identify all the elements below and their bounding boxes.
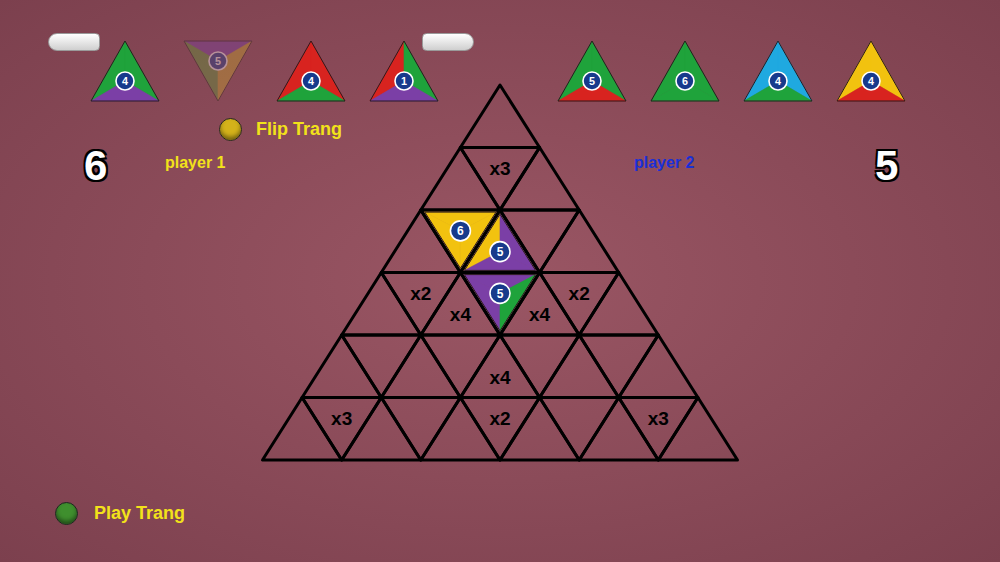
multiplier-label: x3 xyxy=(331,408,352,429)
player-label: player 2 xyxy=(634,151,754,175)
player-label: player 1 xyxy=(165,151,305,175)
game-screen: 6 5 5 x3 x2 x4 x4 x2 x4 x3 x2 x3 4 5 4 1 5 6 4 4 Flip Tra… xyxy=(0,0,1000,562)
tile-number: 4 xyxy=(775,75,781,87)
trang-tile[interactable]: 6 xyxy=(650,40,720,102)
player-hand: 4 5 4 1 xyxy=(90,40,439,102)
trang-tile[interactable]: 4 xyxy=(836,40,906,102)
board-cell[interactable] xyxy=(619,335,698,398)
tile-number: 5 xyxy=(215,55,221,67)
multiplier-label: x2 xyxy=(489,408,510,429)
placed-trang: 5 xyxy=(464,275,535,331)
left-bumper-icon xyxy=(48,33,100,51)
trang-tile[interactable]: 4 xyxy=(743,40,813,102)
board-cell[interactable] xyxy=(658,398,737,461)
multiplier-label: x3 xyxy=(648,408,669,429)
flip-trang-action[interactable]: Flip Trang xyxy=(219,116,1000,143)
tile-number: 6 xyxy=(457,224,464,238)
action-label[interactable]: Play Trang xyxy=(94,500,185,527)
board-cell[interactable] xyxy=(500,148,579,211)
multiplier-label: x4 xyxy=(450,304,472,325)
trang-tile[interactable]: 4 xyxy=(276,40,346,102)
a-button-icon[interactable] xyxy=(55,502,78,525)
tile-number: 5 xyxy=(589,75,595,87)
multiplier-label: x3 xyxy=(489,158,510,179)
placed-trang: 5 xyxy=(464,214,535,270)
y-button-icon[interactable] xyxy=(219,118,242,141)
play-trang-action[interactable]: Play Trang xyxy=(55,500,1000,527)
tile-number: 4 xyxy=(868,75,874,87)
tile-number: 4 xyxy=(122,75,128,87)
right-bumper-icon xyxy=(422,33,474,51)
trang-tile[interactable]: 1 xyxy=(369,40,439,102)
board-cell[interactable] xyxy=(540,210,619,273)
tile-number: 6 xyxy=(682,75,688,87)
player-hand: 5 6 4 4 xyxy=(557,40,906,102)
multiplier-label: x2 xyxy=(569,283,590,304)
tile-number: 5 xyxy=(497,287,504,301)
multiplier-label: x2 xyxy=(410,283,431,304)
board-cell[interactable] xyxy=(579,273,658,336)
trang-tile[interactable]: 4 xyxy=(90,40,160,102)
player-score: 5 xyxy=(875,145,905,187)
tile-number: 1 xyxy=(401,75,407,87)
tile-number: 5 xyxy=(497,245,504,259)
multiplier-label: x4 xyxy=(529,304,551,325)
action-label[interactable]: Flip Trang xyxy=(256,116,342,143)
tile-number: 4 xyxy=(308,75,314,87)
trang-tile[interactable]: 5 xyxy=(557,40,627,102)
trang-tile[interactable]: 5 xyxy=(183,40,253,102)
multiplier-label: x4 xyxy=(489,367,511,388)
player-score: 6 xyxy=(84,145,114,187)
board-cell[interactable] xyxy=(460,85,539,148)
